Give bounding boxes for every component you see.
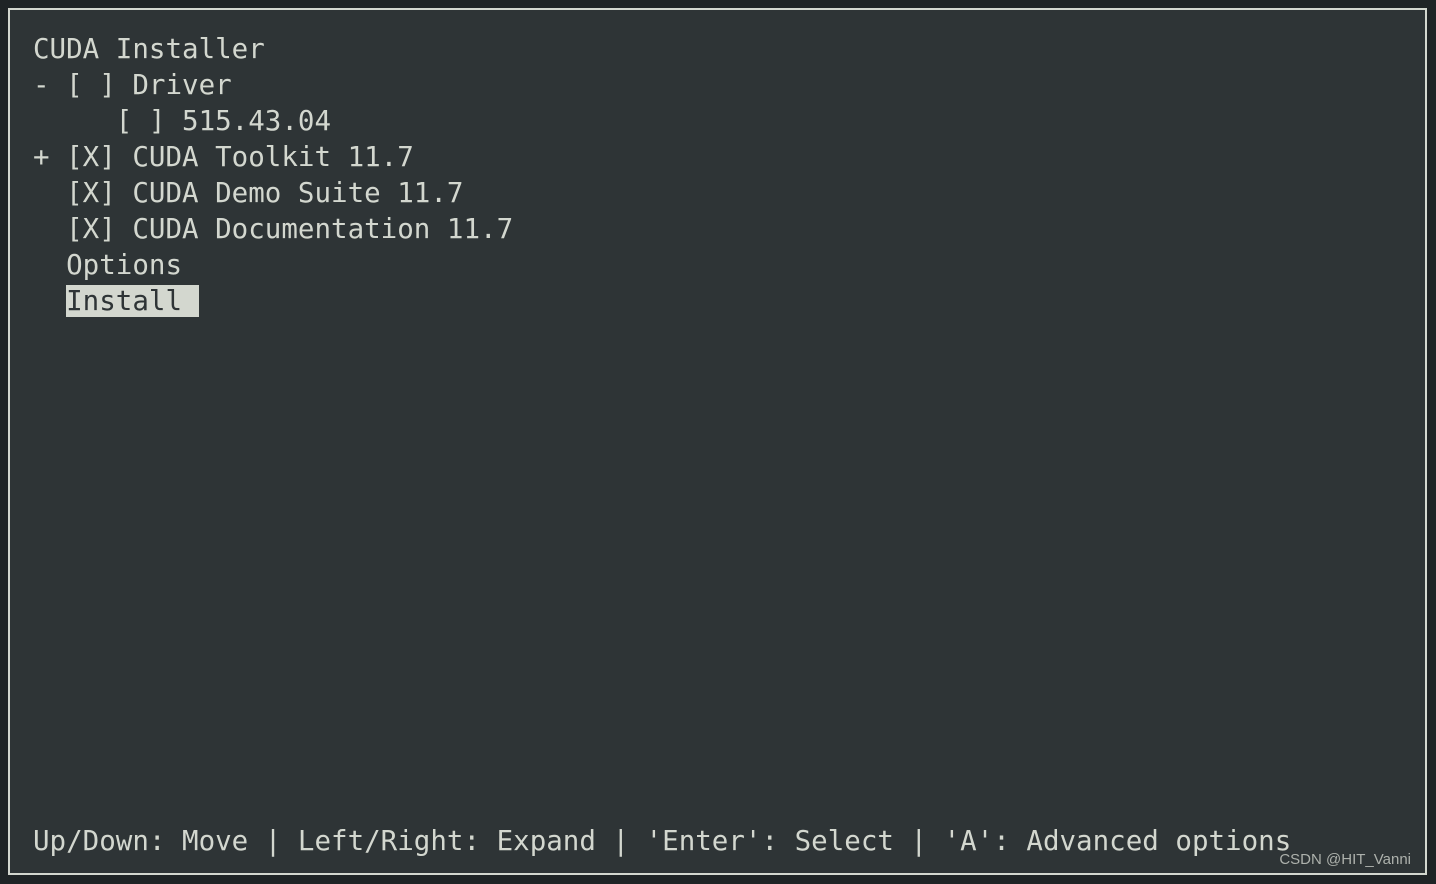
csdn-watermark: CSDN @HIT_Vanni — [1279, 851, 1411, 868]
menu-item-install-indent — [33, 285, 66, 317]
status-bar: Up/Down: Move | Left/Right: Expand | 'En… — [33, 825, 1292, 857]
menu-item-driver-version[interactable]: [ ] 515.43.04 — [33, 103, 331, 139]
terminal-window: CUDA Installer - [ ] Driver [ ] 515.43.0… — [8, 8, 1427, 875]
menu-item-install-highlight[interactable]: Install — [66, 285, 199, 317]
page-title: CUDA Installer — [33, 33, 265, 65]
menu-item-install[interactable]: Install — [33, 283, 199, 319]
menu-item-cuda-toolkit[interactable]: + [X] CUDA Toolkit 11.7 — [33, 139, 414, 175]
terminal-screen[interactable]: CUDA Installer - [ ] Driver [ ] 515.43.0… — [10, 10, 1425, 873]
menu-item-cuda-documentation[interactable]: [X] CUDA Documentation 11.7 — [33, 211, 513, 247]
menu-item-options[interactable]: Options — [33, 247, 182, 283]
menu-item-driver[interactable]: - [ ] Driver — [33, 67, 232, 103]
menu-item-cuda-demo-suite[interactable]: [X] CUDA Demo Suite 11.7 — [33, 175, 463, 211]
